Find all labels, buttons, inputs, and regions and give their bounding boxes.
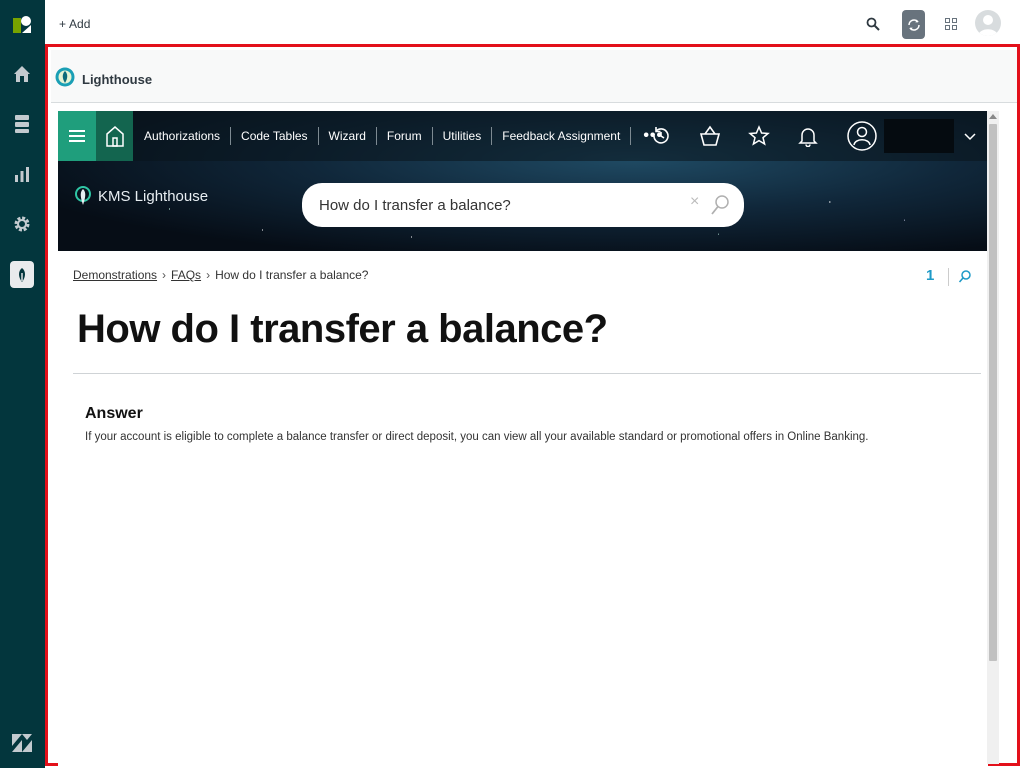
- breadcrumb-demonstrations[interactable]: Demonstrations: [73, 268, 157, 282]
- content-scrollbar[interactable]: [987, 111, 999, 764]
- add-label: Add: [69, 17, 91, 31]
- nav-link-feedback-assignment[interactable]: Feedback Assignment: [492, 127, 632, 145]
- scroll-up-arrow-icon[interactable]: [989, 114, 997, 119]
- kms-search-input[interactable]: How do I transfer a balance? ×: [302, 183, 744, 227]
- kms-home-icon[interactable]: [96, 111, 133, 161]
- answer-heading: Answer: [85, 405, 143, 422]
- search-input-value[interactable]: How do I transfer a balance?: [319, 197, 511, 214]
- hamburger-menu-icon[interactable]: [58, 111, 96, 161]
- search-submit-icon[interactable]: [710, 194, 730, 221]
- nav-link-code-tables[interactable]: Code Tables: [231, 127, 319, 145]
- stack-icon[interactable]: [10, 112, 34, 136]
- lighthouse-app-icon[interactable]: [10, 261, 34, 288]
- sync-icon[interactable]: [902, 10, 925, 39]
- bell-icon[interactable]: [795, 123, 821, 149]
- zendesk-product-logo-icon[interactable]: [10, 12, 34, 36]
- home-icon[interactable]: [10, 62, 34, 86]
- star-icon[interactable]: [746, 123, 772, 149]
- kms-brand-name: KMS Lighthouse: [98, 187, 209, 205]
- nav-link-forum[interactable]: Forum: [377, 127, 433, 145]
- avatar[interactable]: [975, 10, 1001, 36]
- nav-link-utilities[interactable]: Utilities: [433, 127, 493, 145]
- lighthouse-logo-icon: [55, 67, 75, 87]
- nav-link-authorizations[interactable]: Authorizations: [134, 127, 232, 145]
- product-sidebar: [0, 0, 45, 768]
- kms-content: Authorizations Code Tables Wizard Forum …: [58, 111, 988, 766]
- app-title: Lighthouse: [82, 72, 153, 87]
- kms-header: Authorizations Code Tables Wizard Forum …: [58, 111, 988, 251]
- zendesk-logo-icon[interactable]: [10, 731, 34, 755]
- apps-grid-icon[interactable]: [939, 12, 963, 36]
- scroll-thumb[interactable]: [989, 124, 997, 661]
- basket-icon[interactable]: [697, 123, 723, 149]
- history-icon[interactable]: [648, 123, 674, 149]
- chevron-down-icon[interactable]: [964, 128, 976, 146]
- nav-link-wizard[interactable]: Wizard: [319, 127, 377, 145]
- user-profile-icon[interactable]: [847, 118, 877, 154]
- add-button[interactable]: + Add: [59, 17, 90, 31]
- kms-nav-bar: Authorizations Code Tables Wizard Forum …: [58, 111, 988, 161]
- article-title: How do I transfer a balance?: [77, 307, 608, 351]
- divider: [948, 268, 949, 286]
- search-icon[interactable]: [958, 269, 972, 288]
- breadcrumb-separator: ›: [162, 268, 167, 282]
- app-header: Lighthouse: [51, 50, 1017, 103]
- clear-search-icon[interactable]: ×: [690, 193, 699, 211]
- kms-lighthouse-logo-icon: [75, 186, 91, 205]
- divider: [73, 373, 981, 374]
- top-bar: + Add: [45, 0, 1024, 48]
- breadcrumb: Demonstrations › FAQs › How do I transfe…: [73, 268, 368, 282]
- breadcrumb-current: How do I transfer a balance?: [215, 268, 369, 282]
- gear-icon[interactable]: [10, 212, 34, 236]
- plus-icon: +: [59, 17, 67, 31]
- answer-text: If your account is eligible to complete …: [85, 431, 869, 443]
- kms-brand: KMS Lighthouse: [74, 185, 208, 207]
- nav-links: Authorizations Code Tables Wizard Forum …: [134, 111, 675, 161]
- result-count[interactable]: 1: [926, 267, 934, 284]
- search-icon[interactable]: [861, 12, 885, 36]
- bar-chart-icon[interactable]: [10, 162, 34, 186]
- breadcrumb-faqs[interactable]: FAQs: [171, 268, 201, 282]
- user-name-area[interactable]: [884, 119, 954, 153]
- breadcrumb-separator: ›: [206, 268, 211, 282]
